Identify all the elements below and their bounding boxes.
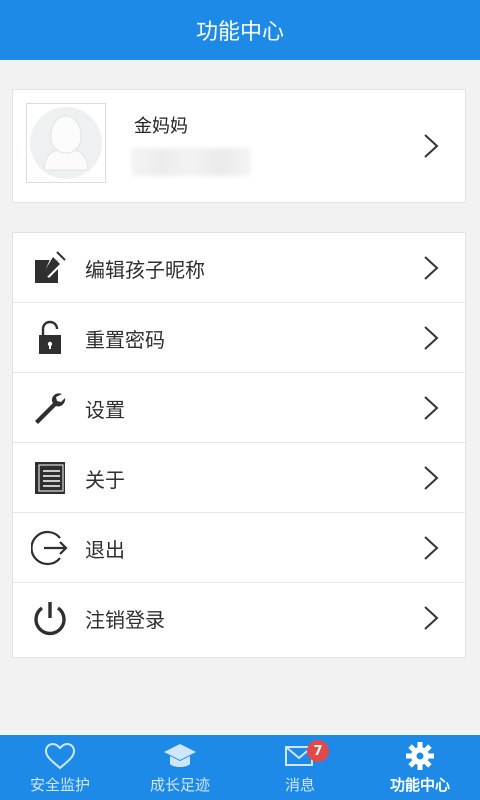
avatar[interactable] <box>26 103 106 183</box>
gear-icon <box>406 742 434 770</box>
bottom-tab-bar: 安全监护 成长足迹 7 消息 功能中心 <box>0 735 480 800</box>
chevron-right-icon <box>424 466 439 490</box>
edit-icon <box>35 251 66 283</box>
menu-item-label: 重置密码 <box>85 328 165 352</box>
heart-icon <box>44 742 76 770</box>
graduation-cap-icon <box>164 744 196 767</box>
top-bar: 功能中心 <box>0 0 480 60</box>
tab-function-center[interactable]: 功能中心 <box>360 735 480 800</box>
menu-item-label: 设置 <box>85 398 125 422</box>
tab-label: 功能中心 <box>389 776 450 794</box>
menu-list: 编辑孩子昵称 重置密码 设置 关于 退出 注销登录 <box>12 232 466 658</box>
exit-icon <box>31 530 68 566</box>
chevron-right-icon <box>424 606 439 630</box>
menu-item-label: 关于 <box>85 468 125 492</box>
book-icon <box>35 462 65 494</box>
avatar-placeholder-icon <box>30 107 102 179</box>
unread-badge: 7 <box>307 740 329 762</box>
profile-name: 金妈妈 <box>134 116 188 137</box>
tab-safety-monitoring[interactable]: 安全监护 <box>0 735 120 800</box>
tab-growth-footprint[interactable]: 成长足迹 <box>120 735 240 800</box>
menu-item-label: 退出 <box>85 538 125 562</box>
tab-label: 成长足迹 <box>149 776 210 794</box>
menu-item-label: 编辑孩子昵称 <box>85 258 205 282</box>
chevron-right-icon <box>424 326 439 350</box>
tab-messages[interactable]: 7 消息 <box>240 735 360 800</box>
menu-item-label: 注销登录 <box>85 608 165 632</box>
tab-label: 安全监护 <box>29 776 90 794</box>
chevron-right-icon <box>424 134 439 158</box>
profile-card[interactable]: 金妈妈 <box>12 89 466 203</box>
menu-item-settings[interactable]: 设置 <box>13 373 465 443</box>
wrench-icon <box>35 393 66 424</box>
power-icon <box>34 602 66 636</box>
chevron-right-icon <box>424 536 439 560</box>
menu-item-about[interactable]: 关于 <box>13 443 465 513</box>
page-title: 功能中心 <box>195 20 284 45</box>
chevron-right-icon <box>424 396 439 420</box>
menu-item-edit-child-nickname[interactable]: 编辑孩子昵称 <box>13 233 465 303</box>
menu-item-reset-password[interactable]: 重置密码 <box>13 303 465 373</box>
menu-item-exit[interactable]: 退出 <box>13 513 465 583</box>
profile-subtext-blurred <box>131 148 251 176</box>
tab-label: 消息 <box>284 776 315 794</box>
menu-item-logout-account[interactable]: 注销登录 <box>13 583 465 653</box>
lock-icon <box>39 320 61 354</box>
chevron-right-icon <box>424 256 439 280</box>
